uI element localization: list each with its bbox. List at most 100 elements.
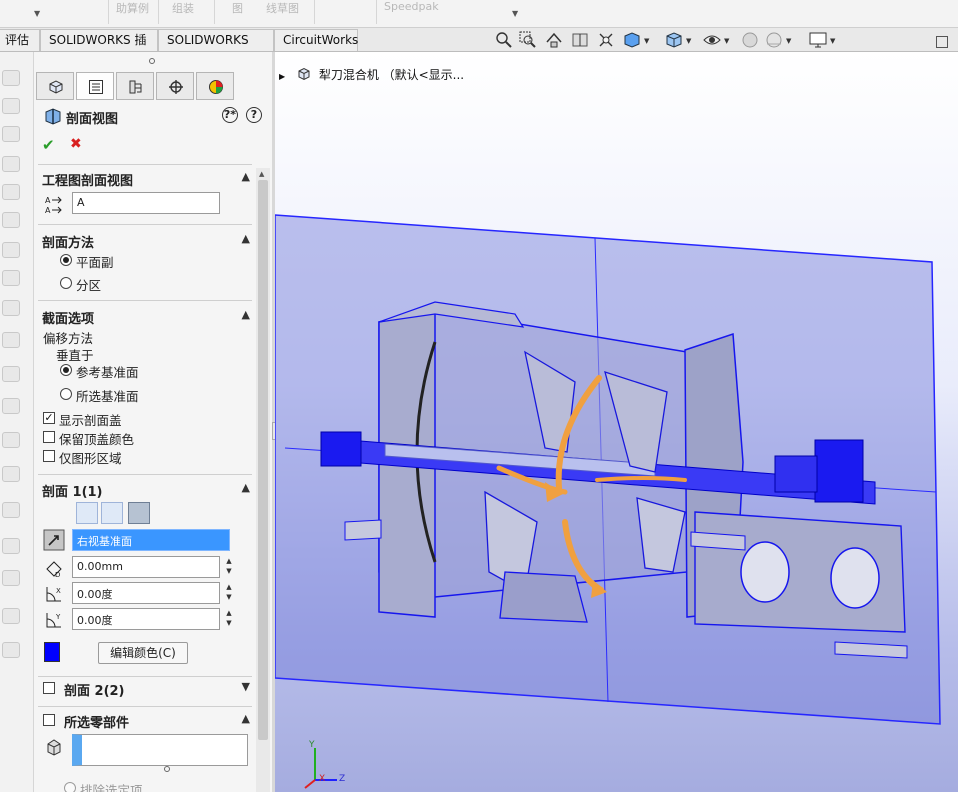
section-plane-field[interactable]: 右视基准面	[72, 529, 230, 551]
tool-icon[interactable]	[2, 300, 20, 316]
property-manager-tab[interactable]	[76, 72, 114, 100]
resize-handle[interactable]	[164, 766, 170, 772]
gear-motor[interactable]	[814, 439, 864, 503]
chevron-up-icon[interactable]: ▲	[242, 481, 250, 494]
tool-icon[interactable]	[2, 366, 20, 382]
radio-reference-plane[interactable]	[60, 364, 72, 376]
coupling[interactable]	[774, 455, 818, 493]
view-settings-icon[interactable]	[808, 30, 828, 50]
tool-icon[interactable]	[2, 608, 20, 624]
checkbox-keep-cap-color[interactable]	[43, 431, 55, 443]
tool-icon[interactable]	[2, 432, 20, 448]
feature-tree-flyout[interactable]: ▶ 犁刀混合机 （默认<显示...	[279, 66, 464, 83]
discharge-housing[interactable]	[499, 571, 588, 623]
chevron-up-icon[interactable]: ▲	[242, 232, 250, 245]
dimxpert-tab[interactable]	[156, 72, 194, 100]
panel-scrollbar[interactable]: ▲	[256, 168, 270, 792]
feature-manager-tab[interactable]	[36, 72, 74, 100]
tab-solidworks-mbd[interactable]: SOLIDWORKS MBD	[158, 29, 274, 68]
tool-icon[interactable]	[2, 156, 20, 172]
tool-icon[interactable]	[2, 642, 20, 658]
tool-icon[interactable]	[2, 212, 20, 228]
tool-icon[interactable]	[2, 270, 20, 286]
tab-evaluate[interactable]: 评估	[0, 29, 40, 51]
radio-planar[interactable]	[60, 254, 72, 266]
selected-components-list[interactable]	[72, 734, 248, 766]
chevron-up-icon[interactable]: ▲	[242, 170, 250, 183]
tool-icon[interactable]	[2, 70, 20, 86]
graphics-area[interactable]: Y Z X ▶ 犁刀混合机 （默认<显示...	[275, 52, 958, 792]
chevron-down-icon[interactable]: ▼	[786, 37, 791, 45]
pin-icon[interactable]	[936, 36, 948, 48]
previous-view-icon[interactable]	[544, 30, 564, 50]
radio-selected-plane[interactable]	[60, 388, 72, 400]
rotate-y-field[interactable]: 0.00度	[72, 608, 220, 630]
tool-icon[interactable]	[2, 398, 20, 414]
scrollbar-thumb[interactable]	[258, 180, 268, 740]
apply-scene-icon[interactable]	[764, 30, 784, 50]
tool-icon[interactable]	[2, 98, 20, 114]
group-selected-parts[interactable]: 所选零部件 ▲	[64, 712, 252, 732]
section-side-b-button[interactable]	[101, 502, 123, 524]
rotate-y-spinner[interactable]: ▲ ▼	[224, 608, 234, 630]
rotate-x-spinner[interactable]: ▲ ▼	[224, 582, 234, 604]
configuration-manager-tab[interactable]	[116, 72, 154, 100]
distance-spinner[interactable]: ▲ ▼	[224, 556, 234, 578]
display-style-icon[interactable]	[664, 30, 684, 50]
section-side-a-button[interactable]	[76, 502, 98, 524]
tool-icon[interactable]	[2, 126, 20, 142]
group-section-method[interactable]: 剖面方法 ▲	[42, 232, 252, 252]
help-detail-icon[interactable]: ?*	[222, 107, 238, 123]
tool-icon[interactable]	[2, 242, 20, 258]
chevron-up-icon[interactable]: ▲	[242, 712, 250, 725]
checkbox-selected-parts[interactable]	[43, 714, 55, 726]
scroll-up-icon[interactable]: ▲	[259, 170, 264, 178]
chevron-down-icon[interactable]: ▼	[644, 37, 649, 45]
cancel-icon[interactable]: ✖	[70, 136, 82, 152]
tool-icon[interactable]	[2, 502, 20, 518]
tool-icon[interactable]	[2, 570, 20, 586]
chevron-down-icon[interactable]: ▼	[242, 680, 250, 693]
chevron-down-icon[interactable]: ▼	[512, 9, 518, 18]
left-bearing[interactable]	[320, 431, 362, 467]
view-orientation-icon[interactable]	[622, 30, 642, 50]
radio-zonal[interactable]	[60, 277, 72, 289]
chevron-up-icon[interactable]: ▲	[242, 308, 250, 321]
move-arrow[interactable]	[595, 476, 687, 482]
section-view-toolbar-icon[interactable]	[570, 30, 590, 50]
group-section-2[interactable]: 剖面 2(2) ▼	[64, 680, 252, 700]
checkbox-show-cap[interactable]: ✓	[43, 412, 55, 424]
edit-color-button[interactable]: 编辑颜色(C)	[98, 642, 188, 664]
chevron-down-icon[interactable]: ▼	[724, 37, 729, 45]
radio-exclude-selected[interactable]	[64, 782, 76, 792]
expand-icon[interactable]: ▶	[279, 72, 285, 81]
zoom-area-icon[interactable]	[518, 30, 538, 50]
group-section-options[interactable]: 截面选项 ▲	[42, 308, 252, 328]
group-drawing-section[interactable]: 工程图剖面视图 ▲	[42, 170, 252, 190]
chevron-down-icon[interactable]: ▼	[686, 37, 691, 45]
rotate-x-field[interactable]: 0.00度	[72, 582, 220, 604]
ok-icon[interactable]: ✔	[42, 136, 55, 154]
display-manager-tab[interactable]	[196, 72, 234, 100]
section-name-field[interactable]: A	[72, 192, 220, 214]
tab-solidworks-addins[interactable]: SOLIDWORKS 插件	[40, 29, 158, 68]
section-side-c-button[interactable]	[128, 502, 150, 524]
plane-icon[interactable]	[43, 529, 65, 551]
checkbox-section-2[interactable]	[43, 682, 55, 694]
group-section-1[interactable]: 剖面 1(1) ▲	[42, 481, 252, 501]
hide-show-items-icon[interactable]	[702, 30, 722, 50]
zoom-to-fit-icon[interactable]	[494, 30, 514, 50]
chevron-down-icon[interactable]: ▼	[34, 9, 40, 18]
tool-icon[interactable]	[2, 538, 20, 554]
tool-icon[interactable]	[2, 466, 20, 482]
help-icon[interactable]: ?	[246, 107, 262, 123]
offset-distance-field[interactable]: 0.00mm	[72, 556, 220, 578]
edit-appearance-icon[interactable]	[740, 30, 760, 50]
chevron-down-icon[interactable]: ▼	[830, 37, 835, 45]
collapse-handle[interactable]	[149, 58, 155, 64]
checkbox-graphics-only[interactable]	[43, 450, 55, 462]
tool-icon[interactable]	[2, 332, 20, 348]
dynamic-annotation-icon[interactable]	[596, 30, 616, 50]
tool-icon[interactable]	[2, 184, 20, 200]
tab-circuitworks[interactable]: CircuitWorks	[274, 29, 358, 51]
